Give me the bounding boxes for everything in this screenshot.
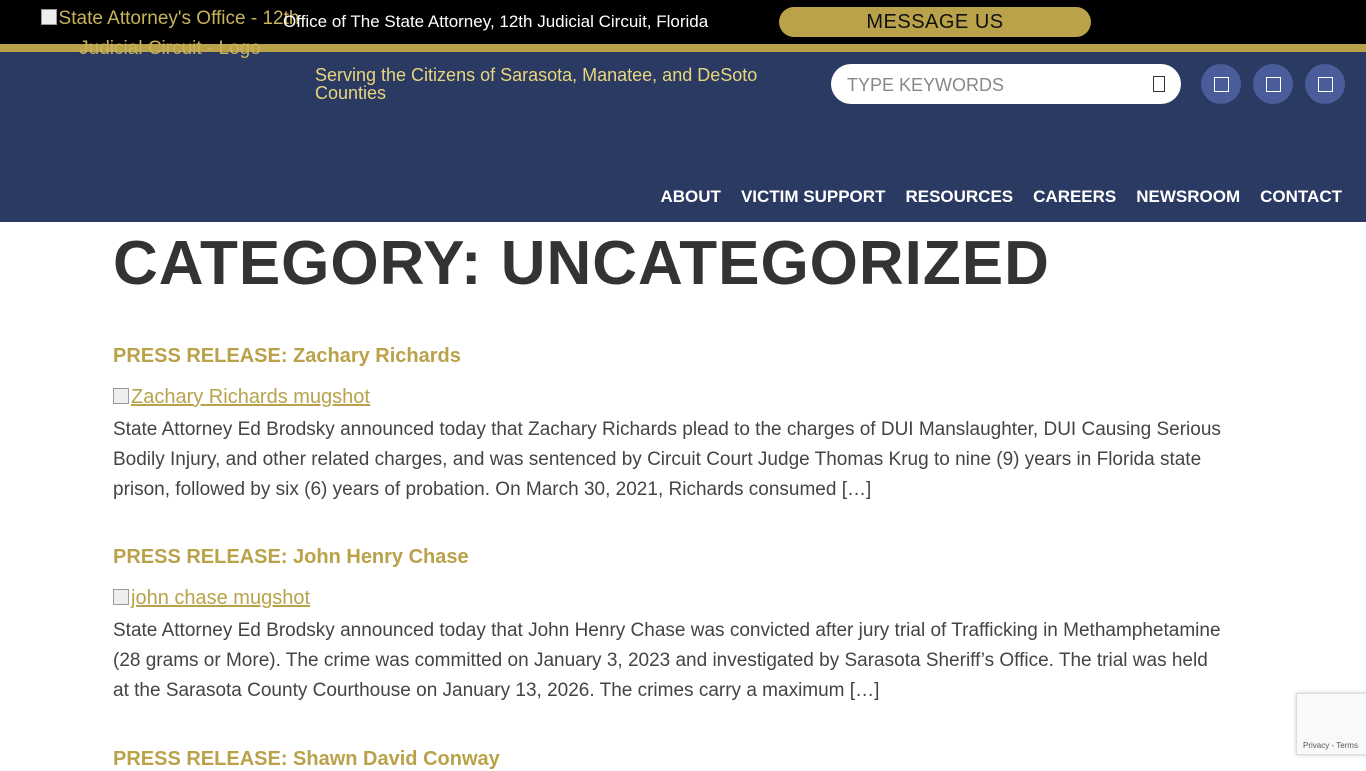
- logo-alt-text: State Attorney's Office - 12th Judicial …: [58, 8, 300, 59]
- message-us-button[interactable]: MESSAGE US: [779, 7, 1091, 37]
- broken-image-icon: [40, 9, 57, 25]
- post-title-link[interactable]: PRESS RELEASE: Zachary Richards: [113, 345, 1233, 368]
- post-title-link[interactable]: PRESS RELEASE: John Henry Chase: [113, 546, 1233, 569]
- broken-image-icon: [113, 388, 129, 404]
- recaptcha-badge[interactable]: Privacy - Terms: [1296, 693, 1366, 755]
- social-twitter-button[interactable]: [1253, 64, 1293, 104]
- post-item: PRESS RELEASE: John Henry Chase john cha…: [113, 546, 1233, 706]
- facebook-icon: [1214, 77, 1229, 92]
- page-title: CATEGORY: UNCATEGORIZED: [113, 229, 1050, 298]
- post-image-link[interactable]: john chase mugshot: [113, 587, 1233, 610]
- social-instagram-button[interactable]: [1305, 64, 1345, 104]
- post-excerpt: State Attorney Ed Brodsky announced toda…: [113, 620, 1221, 701]
- broken-image-icon: [113, 589, 129, 605]
- recaptcha-links[interactable]: Privacy - Terms: [1303, 741, 1358, 750]
- nav-item-about[interactable]: ABOUT: [660, 187, 720, 207]
- twitter-icon: [1266, 77, 1281, 92]
- nav-item-contact[interactable]: CONTACT: [1260, 187, 1342, 207]
- search-input[interactable]: [845, 64, 1149, 106]
- post-image-alt: Zachary Richards mugshot: [131, 386, 370, 408]
- post-image-alt: john chase mugshot: [131, 587, 311, 609]
- post-item: PRESS RELEASE: Zachary Richards Zachary …: [113, 345, 1233, 505]
- instagram-icon: [1318, 77, 1333, 92]
- nav-item-resources[interactable]: RESOURCES: [905, 187, 1013, 207]
- site-logo[interactable]: State Attorney's Office - 12th Judicial …: [30, 4, 310, 64]
- main-nav: ABOUT VICTIM SUPPORT RESOURCES CAREERS N…: [660, 187, 1342, 207]
- nav-item-careers[interactable]: CAREERS: [1033, 187, 1116, 207]
- post-excerpt: State Attorney Ed Brodsky announced toda…: [113, 419, 1221, 500]
- nav-item-newsroom[interactable]: NEWSROOM: [1136, 187, 1240, 207]
- social-facebook-button[interactable]: [1201, 64, 1241, 104]
- post-image-link[interactable]: Zachary Richards mugshot: [113, 386, 1233, 409]
- search-icon[interactable]: [1153, 76, 1165, 92]
- search-box: [831, 64, 1181, 106]
- nav-item-victim-support[interactable]: VICTIM SUPPORT: [741, 187, 886, 207]
- site-tagline: Serving the Citizens of Sarasota, Manate…: [315, 65, 758, 103]
- site-title: Office of The State Attorney, 12th Judic…: [283, 12, 709, 31]
